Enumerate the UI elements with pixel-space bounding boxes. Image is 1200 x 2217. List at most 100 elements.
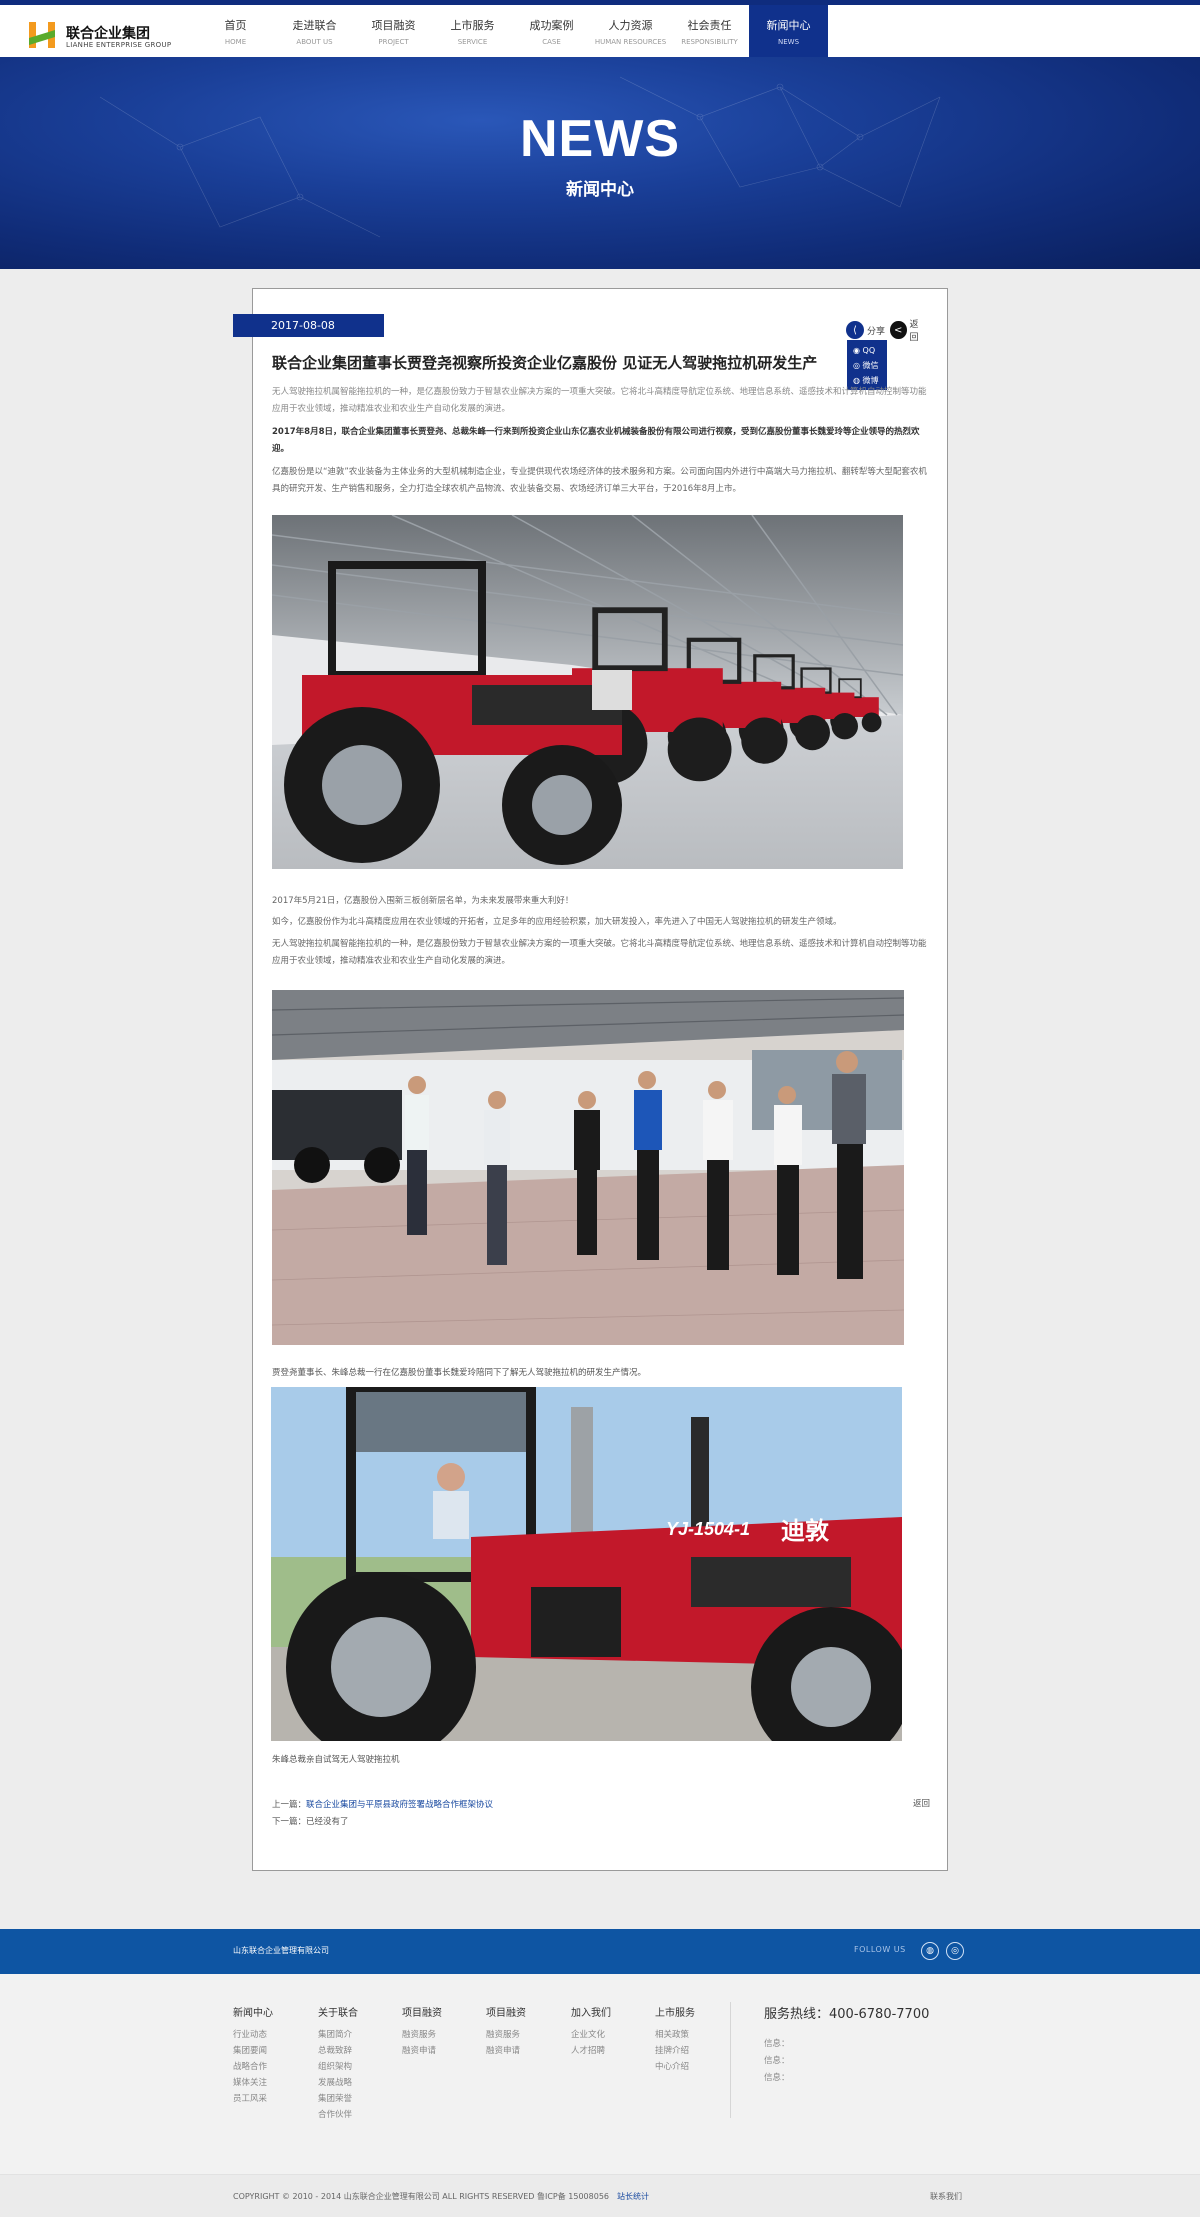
photo-test-drive: YJ-1504-1 迪敦: [271, 1387, 902, 1741]
weibo-icon[interactable]: ◍: [921, 1942, 939, 1960]
article-para-now: 如今，亿嘉股份作为北斗高精度应用在农业领域的开拓者，立足多年的应用经验积累，加大…: [272, 917, 842, 927]
copyright-label: COPYRIGHT © 2010 - 2014 山东联合企业管理有限公司 ALL…: [233, 2192, 609, 2201]
brand-name: 联合企业集团: [66, 26, 150, 42]
brand-name-en: LIANHE ENTERPRISE GROUP: [66, 41, 172, 49]
footer-link[interactable]: 融资服务: [486, 2027, 526, 2043]
footer-col-title: 关于联合: [318, 2008, 358, 2019]
nav-service[interactable]: 上市服务 SERVICE: [433, 5, 512, 57]
top-navbar: 联合企业集团 LIANHE ENTERPRISE GROUP 首页 HOME 走进…: [0, 0, 1200, 57]
footer-link[interactable]: 相关政策: [655, 2027, 695, 2043]
service-hotline: 服务热线：400-6780-7700: [764, 2007, 930, 2022]
contact-link[interactable]: 联系我们: [930, 2191, 962, 2202]
footer-link[interactable]: 集团简介: [318, 2027, 358, 2043]
page-banner: NEWS 新闻中心: [0, 57, 1200, 269]
next-article: 下一篇：已经没有了: [272, 1814, 930, 1831]
article-title: 联合企业集团董事长贾登尧视察所投资企业亿嘉股份 见证无人驾驶拖拉机研发生产: [272, 354, 818, 372]
footer-link[interactable]: 总裁致辞: [318, 2043, 358, 2059]
article-pager: 上一篇：联合企业集团与平原县政府签署战略合作框架协议 下一篇：已经没有了 返回: [272, 1797, 930, 1831]
footer-link[interactable]: 媒体关注: [233, 2075, 273, 2091]
footer-link[interactable]: 集团要闻: [233, 2043, 273, 2059]
footer-info: 信息：: [764, 2056, 790, 2066]
footer-link[interactable]: 挂牌介绍: [655, 2043, 695, 2059]
footer-link[interactable]: 员工风采: [233, 2091, 273, 2107]
footer-col-listing: 上市服务 相关政策 挂牌介绍 中心介绍: [655, 2004, 695, 2075]
nav-label: 上市服务: [450, 19, 495, 32]
banner-title: NEWS: [520, 110, 680, 168]
next-label: 下一篇：: [272, 1817, 307, 1827]
nav-sublabel: RESPONSIBILITY: [681, 38, 738, 46]
footer-company: 山东联合企业管理有限公司: [233, 1946, 329, 1955]
stat-link[interactable]: 站长统计: [617, 2192, 649, 2201]
nav-case[interactable]: 成功案例 CASE: [512, 5, 591, 57]
footer-col-title: 上市服务: [655, 2008, 695, 2019]
footer-link[interactable]: 集团荣誉: [318, 2091, 358, 2107]
wechat-icon[interactable]: ◎: [946, 1942, 964, 1960]
footer-info: 信息：: [764, 2039, 790, 2049]
article-intro: 亿嘉股份是以“迪敦”农业装备为主体业务的大型机械制造企业，专业提供现代农场经济体…: [272, 467, 927, 494]
follow-us-label: FOLLOW US: [854, 1945, 906, 1954]
nav-label: 社会责任: [687, 19, 732, 32]
footer-col-about: 关于联合 集团简介 总裁致辞 组织架构 发展战略 集团荣誉 合作伙伴: [318, 2004, 358, 2123]
footer-bar: 山东联合企业管理有限公司 FOLLOW US ◍ ◎: [0, 1929, 1200, 1974]
nav-project[interactable]: 项目融资 PROJECT: [354, 5, 433, 57]
share-label: 分享: [867, 326, 886, 337]
nav-sublabel: HOME: [224, 38, 247, 46]
caption-test-drive: 朱峰总裁亲自试驾无人驾驶拖拉机: [272, 1755, 400, 1765]
footer-col-title: 项目融资: [402, 2008, 442, 2019]
nav-hr[interactable]: 人力资源 HUMAN RESOURCES: [591, 5, 670, 57]
copyright-bar: COPYRIGHT © 2010 - 2014 山东联合企业管理有限公司 ALL…: [0, 2174, 1200, 2217]
next-article-title: 已经没有了: [306, 1817, 349, 1827]
footer-link[interactable]: 行业动态: [233, 2027, 273, 2043]
photo-tractor-row: [272, 515, 903, 869]
logo-icon: [29, 22, 55, 48]
nav-home[interactable]: 首页 HOME: [196, 5, 275, 57]
footer-link[interactable]: 组织架构: [318, 2059, 358, 2075]
footer-col-title: 新闻中心: [233, 2008, 273, 2019]
footer-col-title: 项目融资: [486, 2008, 526, 2019]
footer-link[interactable]: 融资申请: [486, 2043, 526, 2059]
prev-label: 上一篇：: [272, 1800, 307, 1810]
footer-link[interactable]: 发展战略: [318, 2075, 358, 2091]
footer-link[interactable]: 融资服务: [402, 2027, 442, 2043]
footer-col-financing-2: 项目融资 融资服务 融资申请: [486, 2004, 526, 2059]
nav-responsibility[interactable]: 社会责任 RESPONSIBILITY: [670, 5, 749, 57]
footer-link[interactable]: 合作伙伴: [318, 2107, 358, 2123]
footer-col-news: 新闻中心 行业动态 集团要闻 战略合作 媒体关注 员工风采: [233, 2004, 273, 2107]
article-para-listing: 2017年5月21日，亿嘉股份入围新三板创新层名单，为未来发展带来重大利好！: [272, 896, 574, 906]
copyright-text: COPYRIGHT © 2010 - 2014 山东联合企业管理有限公司 ALL…: [233, 2191, 649, 2202]
nav-label: 走进联合: [292, 19, 337, 32]
footer-links: 新闻中心 行业动态 集团要闻 战略合作 媒体关注 员工风采 关于联合 集团简介 …: [0, 1974, 1200, 2174]
nav-sublabel: NEWS: [777, 38, 800, 46]
article-summary: 无人驾驶拖拉机属智能拖拉机的一种，是亿嘉股份致力于智慧农业解决方案的一项重大突破…: [272, 387, 927, 414]
tractor-brand-text: 迪敦: [781, 1517, 830, 1545]
nav-label: 项目融资: [371, 19, 416, 32]
share-icon: ⟨: [846, 321, 864, 339]
footer-link[interactable]: 融资申请: [402, 2043, 442, 2059]
banner-subtitle: 新闻中心: [566, 180, 634, 200]
prev-article-link[interactable]: 联合企业集团与平原县政府签署战略合作框架协议: [306, 1800, 493, 1810]
footer-col-financing: 项目融资 融资服务 融资申请: [402, 2004, 442, 2059]
footer-divider: [730, 2002, 731, 2118]
footer-link[interactable]: 战略合作: [233, 2059, 273, 2075]
footer-link[interactable]: 中心介绍: [655, 2059, 695, 2075]
pager-back-link[interactable]: 返回: [913, 1797, 930, 1809]
nav-news[interactable]: 新闻中心 NEWS: [749, 5, 828, 57]
caption-visit: 贾登尧董事长、朱峰总裁一行在亿嘉股份董事长魏爱玲陪同下了解无人驾驶拖拉机的研发生…: [272, 1368, 647, 1378]
article-lead: 2017年8月8日，联合企业集团董事长贾登尧、总裁朱峰一行来到所投资企业山东亿嘉…: [272, 427, 920, 454]
brand-logo[interactable]: 联合企业集团 LIANHE ENTERPRISE GROUP: [28, 19, 172, 53]
footer-link[interactable]: 企业文化: [571, 2027, 611, 2043]
footer-link[interactable]: 人才招聘: [571, 2043, 611, 2059]
tractor-model-text: YJ-1504-1: [666, 1519, 750, 1539]
footer-info: 信息：: [764, 2073, 790, 2083]
nav-sublabel: PROJECT: [378, 38, 409, 46]
article-date: 2017-08-08: [233, 314, 384, 337]
nav-label: 首页: [224, 19, 247, 32]
nav-sublabel: SERVICE: [457, 38, 488, 46]
back-button[interactable]: < 返回: [890, 320, 926, 343]
share-button[interactable]: ⟨ 分享: [846, 321, 885, 339]
nav-about[interactable]: 走进联合 ABOUT US: [275, 5, 354, 57]
nav-label: 新闻中心: [766, 19, 811, 32]
back-icon: <: [890, 321, 907, 339]
nav-label: 成功案例: [529, 19, 574, 32]
footer-col-title: 加入我们: [571, 2008, 611, 2019]
